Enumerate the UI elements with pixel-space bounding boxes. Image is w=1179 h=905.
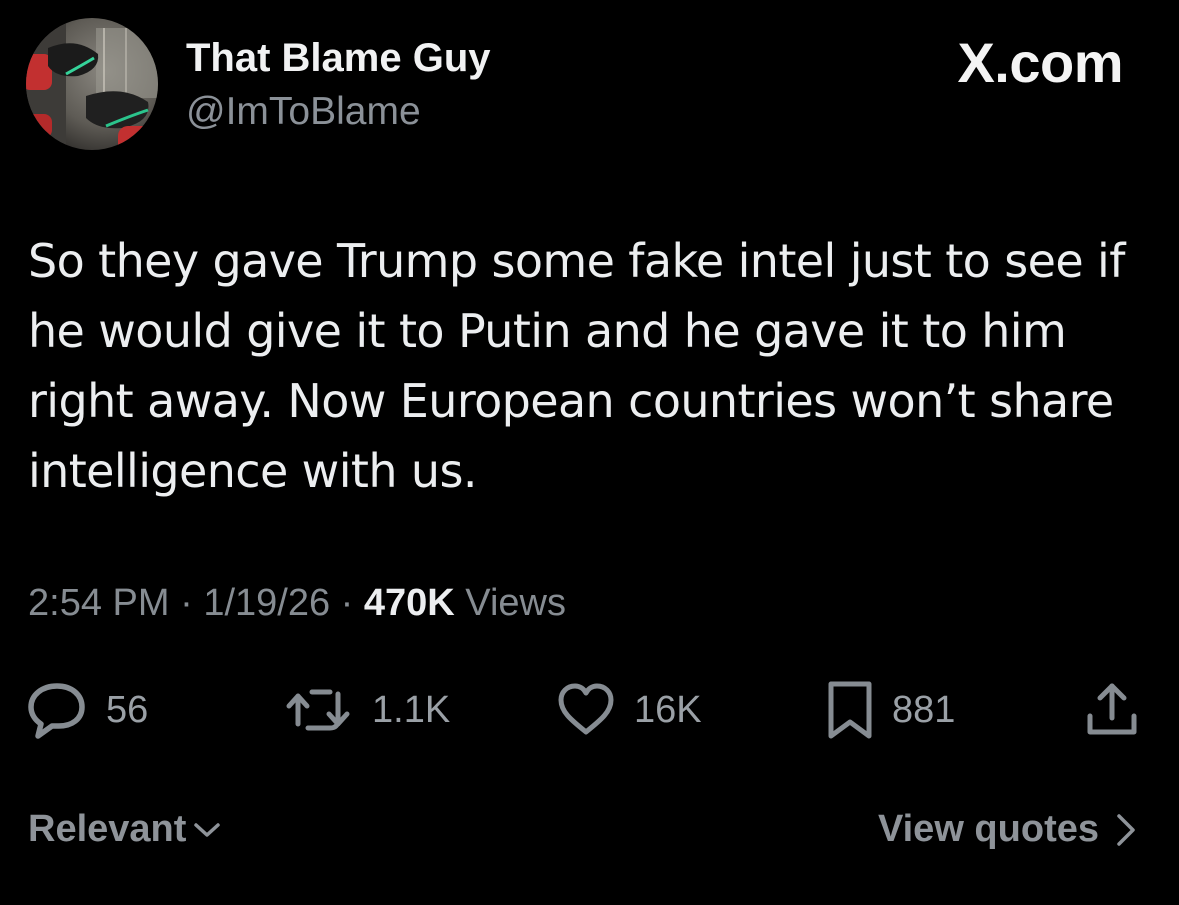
share-icon	[1087, 683, 1137, 735]
repost-icon	[286, 689, 350, 731]
repost-button[interactable]: 1.1K	[284, 680, 450, 740]
display-name[interactable]: That Blame Guy	[186, 36, 491, 81]
bookmark-count: 881	[892, 688, 956, 731]
tweet-meta: 2:54 PM · 1/19/26 · 470K Views	[28, 582, 566, 625]
reply-count: 56	[106, 688, 149, 731]
view-quotes-link[interactable]: View quotes	[878, 808, 1139, 851]
avatar-photo	[26, 18, 158, 150]
share-button[interactable]	[1084, 680, 1140, 740]
site-logo: X.com	[957, 31, 1123, 94]
view-quotes-label: View quotes	[877, 808, 1099, 850]
reply-bubble-icon	[28, 683, 85, 739]
sort-dropdown[interactable]: Relevant	[28, 808, 222, 851]
heart-icon	[558, 683, 614, 735]
sort-label: Relevant	[28, 808, 187, 850]
meta-separator: ·	[340, 582, 354, 624]
action-bar: 56 1.1K 16K 881	[0, 680, 1179, 740]
tweet-time[interactable]: 2:54 PM	[28, 582, 170, 624]
views-count: 470K	[363, 582, 455, 624]
bookmark-button[interactable]: 881	[826, 680, 955, 740]
views-label: Views	[465, 582, 566, 624]
avatar[interactable]	[26, 18, 158, 150]
tweet-text: So they gave Trump some fake intel just …	[28, 234, 1125, 498]
reply-button[interactable]: 56	[26, 680, 148, 740]
repost-count: 1.1K	[372, 688, 451, 731]
bookmark-icon	[828, 681, 872, 739]
meta-separator: ·	[180, 582, 193, 624]
like-button[interactable]: 16K	[556, 680, 702, 740]
tweet-date[interactable]: 1/19/26	[203, 582, 330, 624]
chevron-down-icon	[194, 822, 221, 837]
chevron-right-icon	[1117, 813, 1135, 846]
user-handle[interactable]: @ImToBlame	[186, 90, 421, 134]
like-count: 16K	[634, 688, 702, 731]
